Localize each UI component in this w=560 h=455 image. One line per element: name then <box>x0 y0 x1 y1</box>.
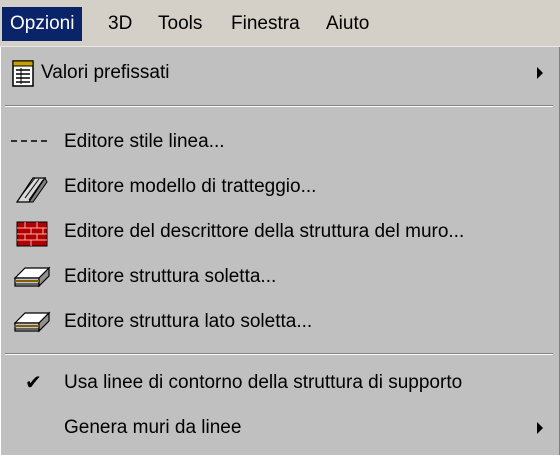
menu-item-label: Editore del descrittore della struttura … <box>64 221 465 242</box>
menu-aiuto[interactable]: Aiuto <box>318 7 377 41</box>
menu-item-label: Genera muri da linee <box>64 417 242 438</box>
menu-item-label: Editore struttura lato soletta... <box>64 311 313 332</box>
brick-wall-icon <box>11 219 48 247</box>
menu-separator <box>5 105 553 107</box>
menu-bar: Opzioni 3D Tools Finestra Aiuto <box>0 0 560 47</box>
menu-item-valori-prefissati[interactable]: Valori prefissati <box>1 53 557 93</box>
menu-item-editore-descrittore-muro[interactable]: Editore del descrittore della struttura … <box>1 212 557 252</box>
menu-separator <box>5 353 553 355</box>
menu-item-label: Editore struttura soletta... <box>64 266 277 287</box>
menu-item-editore-modello-tratteggio[interactable]: Editore modello di tratteggio... <box>1 167 557 207</box>
menu-item-label: Usa linee di contorno della struttura di… <box>64 372 463 393</box>
menu-item-label: Editore stile linea... <box>64 131 225 152</box>
menu-item-usa-linee-contorno[interactable]: ✔ Usa linee di contorno della struttura … <box>1 363 557 403</box>
menu-item-editore-stile-linea[interactable]: Editore stile linea... <box>1 122 557 162</box>
menu-item-editore-struttura-lato-soletta[interactable]: Editore struttura lato soletta... <box>1 302 557 342</box>
checkmark-icon: ✔ <box>25 372 42 394</box>
slab-side-structure-icon <box>11 309 51 337</box>
dashed-line-icon <box>11 129 51 157</box>
submenu-arrow-icon <box>537 422 543 434</box>
menu-item-genera-muri-da-linee[interactable]: Genera muri da linee <box>1 408 557 448</box>
menu-tools[interactable]: Tools <box>150 7 210 41</box>
menu-finestra[interactable]: Finestra <box>223 7 308 41</box>
submenu-arrow-icon <box>537 67 543 79</box>
menu-opzioni[interactable]: Opzioni <box>2 7 83 41</box>
menu-item-label: Editore modello di tratteggio... <box>64 176 317 197</box>
slab-structure-icon <box>11 264 51 292</box>
menu-item-label: Valori prefissati <box>41 62 170 83</box>
menu-3d[interactable]: 3D <box>100 7 140 41</box>
hatch-pattern-icon <box>11 174 48 203</box>
options-dropdown-menu: Valori prefissati Editore stile linea...… <box>0 47 560 455</box>
menu-item-editore-struttura-soletta[interactable]: Editore struttura soletta... <box>1 257 557 297</box>
